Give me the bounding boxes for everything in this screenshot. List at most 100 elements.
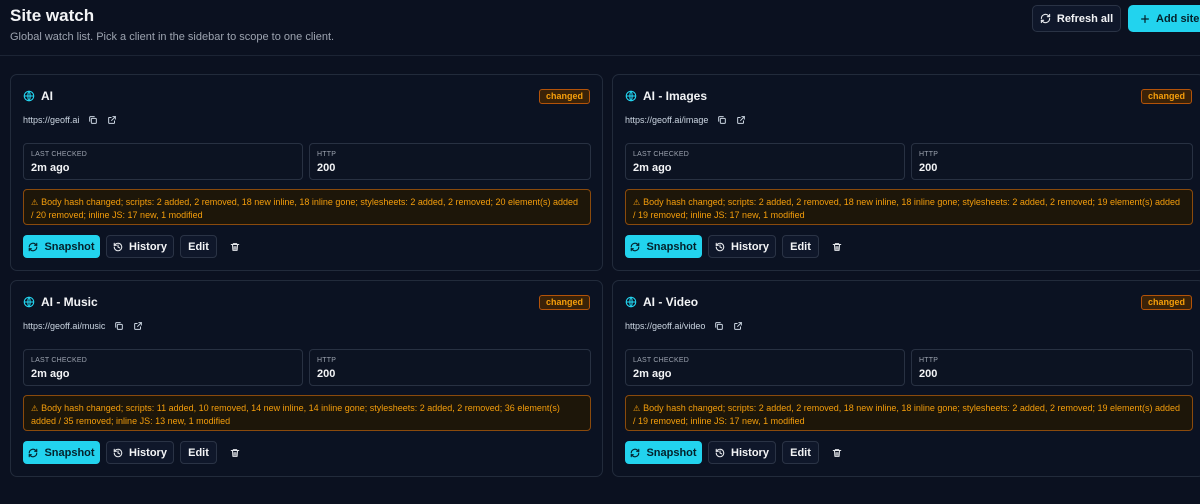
site-title: AI - Video bbox=[625, 295, 698, 309]
last-checked-label: LAST CHECKED bbox=[31, 151, 87, 158]
history-label: History bbox=[129, 446, 167, 459]
trash-icon bbox=[230, 448, 240, 457]
external-link-icon[interactable] bbox=[736, 115, 746, 125]
warning-icon: ⚠ bbox=[633, 198, 641, 207]
history-icon bbox=[113, 448, 123, 457]
last-checked-value: 2m ago bbox=[31, 368, 70, 380]
delete-button[interactable] bbox=[825, 235, 849, 258]
refresh-icon bbox=[1040, 13, 1051, 24]
status-badge: changed bbox=[1140, 89, 1192, 104]
http-value: 200 bbox=[317, 162, 336, 174]
site-card: AI - Video changed https://geoff.ai/vide… bbox=[612, 280, 1200, 477]
edit-button[interactable]: Edit bbox=[180, 235, 217, 258]
edit-button[interactable]: Edit bbox=[782, 235, 819, 258]
last-checked-value: 2m ago bbox=[633, 368, 672, 380]
change-warning: ⚠ Body hash changed; scripts: 2 added, 2 … bbox=[23, 189, 591, 225]
change-warning-text: Body hash changed; scripts: 11 added, 10… bbox=[31, 403, 560, 426]
site-title: AI - Images bbox=[625, 89, 707, 103]
refresh-all-label: Refresh all bbox=[1056, 12, 1114, 25]
card-actions: Snapshot History Edit bbox=[625, 441, 849, 464]
last-checked-box: LAST CHECKED 2m ago bbox=[23, 349, 303, 386]
change-warning: ⚠ Body hash changed; scripts: 11 added, 1… bbox=[23, 395, 591, 431]
add-site-button[interactable]: Add site bbox=[1128, 5, 1200, 32]
external-link-icon[interactable] bbox=[133, 321, 143, 331]
copy-icon[interactable] bbox=[114, 321, 124, 331]
delete-button[interactable] bbox=[223, 441, 247, 464]
last-checked-box: LAST CHECKED 2m ago bbox=[625, 143, 905, 180]
copy-icon[interactable] bbox=[714, 321, 724, 331]
http-label: HTTP bbox=[919, 151, 939, 158]
change-warning: ⚠ Body hash changed; scripts: 2 added, 2 … bbox=[625, 395, 1193, 431]
snapshot-button[interactable]: Snapshot bbox=[23, 235, 100, 258]
snapshot-button[interactable]: Snapshot bbox=[625, 235, 702, 258]
card-actions: Snapshot History Edit bbox=[23, 441, 247, 464]
last-checked-value: 2m ago bbox=[633, 162, 672, 174]
snapshot-label: Snapshot bbox=[646, 240, 697, 253]
http-value: 200 bbox=[919, 368, 938, 380]
site-card: AI - Images changed https://geoff.ai/ima… bbox=[612, 74, 1200, 271]
card-actions: Snapshot History Edit bbox=[625, 235, 849, 258]
change-warning-text: Body hash changed; scripts: 2 added, 2 r… bbox=[633, 197, 1181, 220]
snapshot-button[interactable]: Snapshot bbox=[625, 441, 702, 464]
history-label: History bbox=[731, 240, 769, 253]
site-url-row: https://geoff.ai/image bbox=[625, 115, 746, 125]
http-status-box: HTTP 200 bbox=[911, 349, 1193, 386]
history-button[interactable]: History bbox=[708, 441, 776, 464]
history-button[interactable]: History bbox=[708, 235, 776, 258]
change-warning-text: Body hash changed; scripts: 2 added, 2 r… bbox=[633, 403, 1181, 426]
site-title: AI bbox=[23, 89, 53, 103]
edit-button[interactable]: Edit bbox=[180, 441, 217, 464]
external-link-icon[interactable] bbox=[107, 115, 117, 125]
status-badge: changed bbox=[538, 295, 590, 310]
history-label: History bbox=[129, 240, 167, 253]
last-checked-label: LAST CHECKED bbox=[633, 151, 689, 158]
http-label: HTTP bbox=[919, 357, 939, 364]
plus-icon bbox=[1141, 14, 1149, 23]
site-url-row: https://geoff.ai/video bbox=[625, 321, 743, 331]
warning-icon: ⚠ bbox=[31, 404, 39, 413]
site-card: AI changed https://geoff.ai LAST CHECKED… bbox=[10, 74, 603, 271]
history-icon bbox=[715, 448, 725, 457]
history-button[interactable]: History bbox=[106, 441, 174, 464]
warning-icon: ⚠ bbox=[633, 404, 641, 413]
http-status-box: HTTP 200 bbox=[309, 349, 591, 386]
page-title: Site watch bbox=[10, 6, 95, 25]
history-button[interactable]: History bbox=[106, 235, 174, 258]
refresh-all-button[interactable]: Refresh all bbox=[1032, 5, 1121, 32]
site-url: https://geoff.ai/image bbox=[625, 115, 709, 125]
globe-icon bbox=[625, 296, 637, 308]
snapshot-label: Snapshot bbox=[44, 446, 95, 459]
site-url: https://geoff.ai bbox=[23, 115, 80, 125]
site-name: AI - Video bbox=[643, 295, 699, 309]
globe-icon bbox=[23, 90, 35, 102]
http-status-box: HTTP 200 bbox=[309, 143, 591, 180]
http-label: HTTP bbox=[317, 151, 337, 158]
http-value: 200 bbox=[919, 162, 938, 174]
site-url: https://geoff.ai/video bbox=[625, 321, 706, 331]
site-title: AI - Music bbox=[23, 295, 98, 309]
snapshot-button[interactable]: Snapshot bbox=[23, 441, 100, 464]
history-icon bbox=[113, 242, 123, 251]
last-checked-label: LAST CHECKED bbox=[31, 357, 87, 364]
http-status-box: HTTP 200 bbox=[911, 143, 1193, 180]
refresh-icon bbox=[631, 448, 640, 457]
trash-icon bbox=[230, 242, 240, 251]
refresh-icon bbox=[29, 242, 38, 251]
copy-icon[interactable] bbox=[88, 115, 98, 125]
edit-button[interactable]: Edit bbox=[782, 441, 819, 464]
site-url-row: https://geoff.ai/music bbox=[23, 321, 143, 331]
globe-icon bbox=[625, 90, 637, 102]
external-link-icon[interactable] bbox=[733, 321, 743, 331]
delete-button[interactable] bbox=[825, 441, 849, 464]
warning-icon: ⚠ bbox=[31, 198, 39, 207]
page-subtitle: Global watch list. Pick a client in the … bbox=[10, 31, 335, 43]
site-card: AI - Music changed https://geoff.ai/musi… bbox=[10, 280, 603, 477]
trash-icon bbox=[832, 242, 842, 251]
copy-icon[interactable] bbox=[717, 115, 727, 125]
http-value: 200 bbox=[317, 368, 336, 380]
site-name: AI - Images bbox=[643, 89, 708, 103]
last-checked-label: LAST CHECKED bbox=[633, 357, 689, 364]
delete-button[interactable] bbox=[223, 235, 247, 258]
site-name: AI - Music bbox=[41, 295, 98, 309]
site-url: https://geoff.ai/music bbox=[23, 321, 106, 331]
